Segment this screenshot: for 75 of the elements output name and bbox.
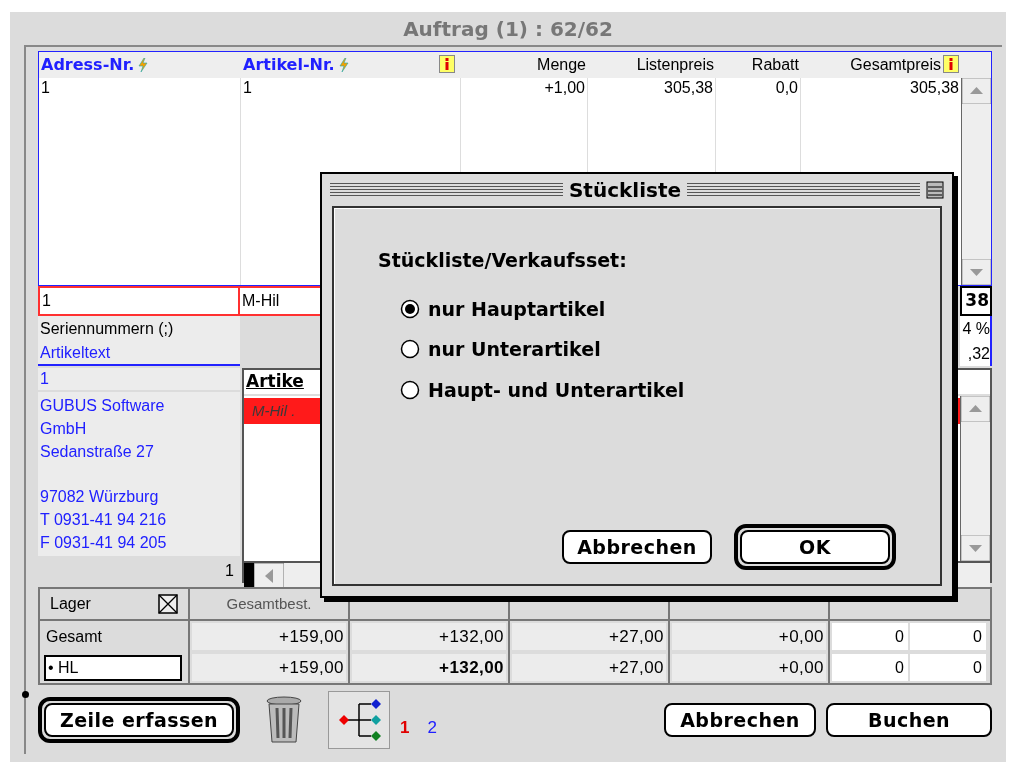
column-header[interactable]: Menge — [537, 53, 586, 77]
window-title: Auftrag (1) : 62/62 — [403, 15, 613, 43]
table-cell-text: +132,00 — [439, 625, 504, 648]
scroll-down-icon[interactable] — [961, 535, 990, 561]
scrollbar[interactable] — [960, 396, 990, 561]
address-line: F 0931-41 94 205 — [40, 533, 168, 553]
address-line: GmbH — [40, 419, 88, 439]
row-label: Gesamt — [45, 626, 103, 647]
collapse-icon[interactable] — [926, 181, 944, 199]
address-line: T 0931-41 94 216 — [40, 510, 168, 530]
minimum-cell[interactable]: 0 — [895, 624, 904, 649]
table-cell: 1 — [243, 78, 252, 98]
table-cell-text: +0,00 — [778, 625, 824, 648]
record-count: 1 — [225, 561, 234, 581]
maximum-cell[interactable]: 0 — [973, 655, 982, 680]
prompt-label: Stückliste/Verkaufsset: — [378, 248, 628, 273]
address-line: Sedanstraße 27 — [40, 442, 155, 462]
page-link[interactable]: 2 — [427, 715, 437, 741]
trash-icon[interactable] — [264, 695, 304, 745]
table-cell: 1 — [41, 78, 50, 98]
column-header[interactable]: Artike — [246, 369, 304, 395]
radio-button[interactable] — [400, 298, 420, 319]
column-header[interactable]: Gesamtpreis — [850, 53, 941, 77]
scroll-up-icon[interactable] — [962, 78, 991, 104]
cancel-button[interactable]: Abbrechen — [562, 530, 712, 564]
option-label[interactable]: nur Hauptartikel — [428, 294, 606, 323]
scroll-down-icon[interactable] — [962, 259, 991, 285]
page-link[interactable]: 1 — [400, 715, 410, 741]
info-icon[interactable] — [439, 54, 455, 73]
table-cell-text: +0,00 — [778, 656, 824, 679]
total-field[interactable]: 38 — [960, 286, 992, 316]
cancel-button[interactable]: Abbrechen — [664, 703, 816, 737]
tree-button[interactable] — [328, 691, 390, 749]
scroll-up-icon[interactable] — [961, 396, 990, 422]
table-cell-text: +27,00 — [608, 656, 664, 679]
scroll-thumb[interactable] — [244, 563, 254, 589]
column-header[interactable]: Listenpreis — [636, 53, 714, 77]
lightning-icon — [138, 58, 149, 72]
radio-button[interactable] — [400, 339, 420, 360]
table-cell-text: +159,00 — [279, 625, 344, 648]
column-header[interactable]: Artikel-Nr. — [243, 53, 335, 77]
address-line: 97082 Würzburg — [40, 487, 160, 507]
table-cell: +1,00 — [544, 78, 585, 98]
option-label[interactable]: nur Unterartikel — [428, 335, 601, 364]
option-label[interactable]: Haupt- und Unterartikel — [428, 375, 685, 404]
storage-field[interactable]: • HL — [44, 654, 182, 681]
table-cell: 305,38 — [910, 78, 959, 98]
detail-value-field[interactable]: ,32 — [960, 341, 992, 366]
column-header[interactable]: Adress-Nr. — [41, 53, 135, 77]
detail-label: Seriennummern (;) — [40, 318, 174, 339]
table-cell-text: +132,00 — [439, 656, 504, 679]
checkbox[interactable] — [158, 594, 178, 614]
address-line: GUBUS Software — [40, 396, 166, 416]
book-button[interactable]: Buchen — [826, 703, 992, 737]
table-cell: 305,38 — [664, 78, 713, 98]
radio-button[interactable] — [400, 379, 420, 400]
detail-value-field[interactable]: 4 % — [960, 316, 992, 341]
column-header: Lager — [50, 594, 91, 614]
table-cell: 0,0 — [775, 78, 798, 98]
dialog-title: Stückliste — [568, 177, 682, 204]
bullet-icon — [22, 691, 29, 698]
minimum-cell[interactable]: 0 — [895, 655, 904, 680]
column-header[interactable]: Rabatt — [751, 53, 799, 77]
column-header: Gesamtbest. — [226, 593, 312, 614]
maximum-cell[interactable]: 0 — [973, 624, 982, 649]
ok-button[interactable]: OK — [734, 524, 896, 570]
address-number: 1 — [40, 369, 49, 389]
scrollbar[interactable] — [961, 78, 991, 285]
table-cell-text: +27,00 — [608, 625, 664, 648]
lightning-icon — [338, 58, 349, 72]
scroll-left-icon[interactable] — [254, 563, 284, 589]
add-line-button[interactable]: Zeile erfassen — [38, 697, 240, 743]
address-field[interactable]: 1 — [38, 286, 240, 316]
table-cell-text: +159,00 — [279, 656, 344, 679]
info-icon[interactable] — [943, 54, 959, 73]
